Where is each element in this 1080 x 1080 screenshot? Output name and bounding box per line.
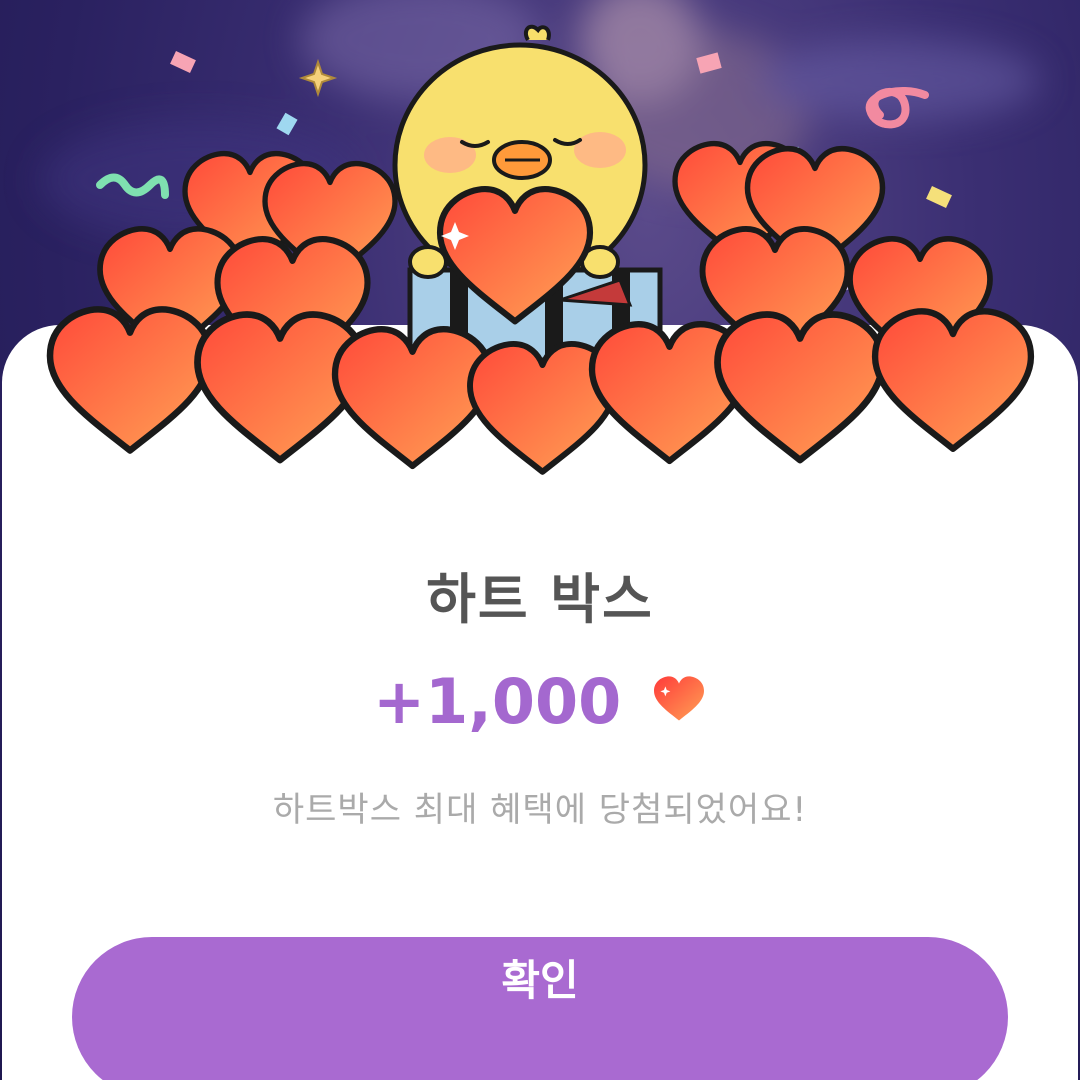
dialog-title: 하트 박스: [426, 568, 654, 631]
heart-box-screen: 하트 박스 +1,000 하트박스 최대 혜택에 당첨되었어요! 확인: [0, 0, 1080, 1080]
confirm-button[interactable]: 확인: [72, 937, 1008, 1080]
reward-amount: +1,000: [373, 665, 622, 738]
chick-heart-box-illustration: [0, 24, 1080, 500]
reward-message: 하트박스 최대 혜택에 당첨되었어요!: [272, 790, 808, 830]
heart-icon: [651, 667, 707, 740]
reward-amount-row: +1,000: [0, 665, 1080, 740]
